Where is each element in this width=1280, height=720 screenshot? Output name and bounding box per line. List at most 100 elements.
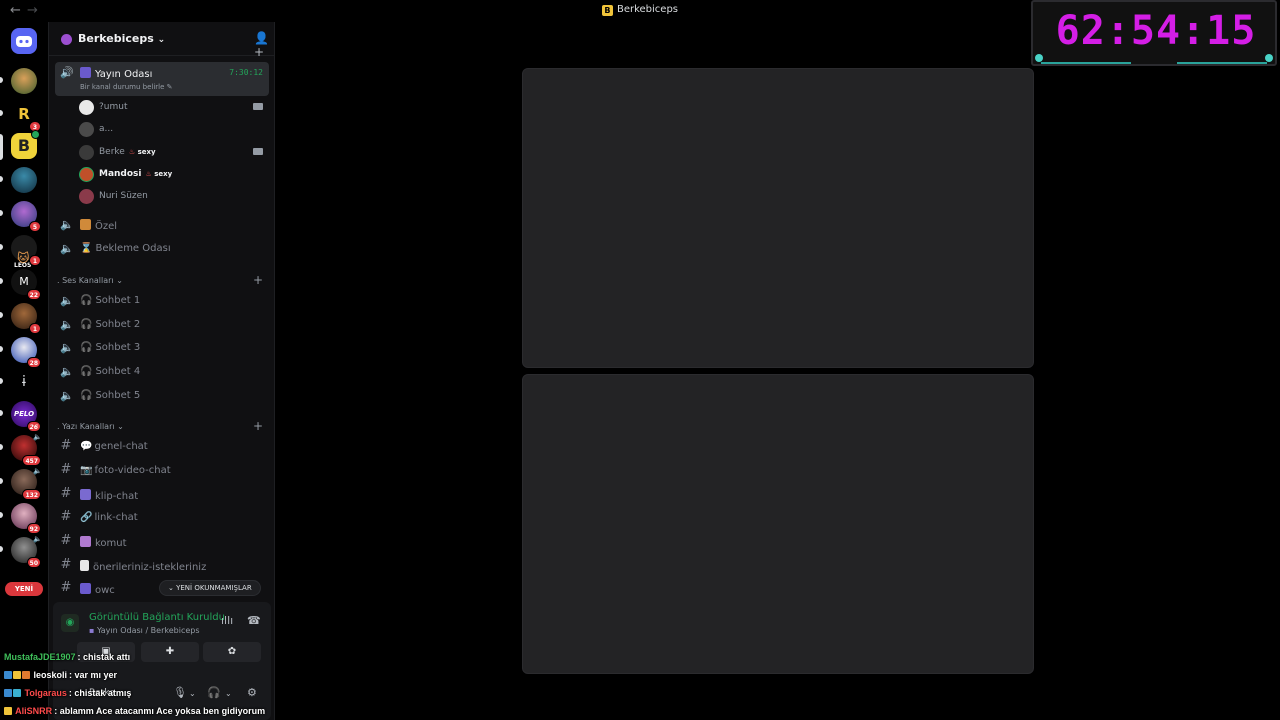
text-channel-genel-chat[interactable]: # 💬 genel-chat [55, 436, 269, 458]
text-channel-klip-chat[interactable]: # klip-chat [55, 484, 269, 506]
activities-button[interactable]: ✚ [141, 642, 199, 662]
hash-icon: # [60, 486, 72, 501]
voice-channel-yayin-odasi[interactable]: 🔊 Yayın Odası Bir kanal durumu belirle ✎… [55, 62, 269, 96]
server-PELO[interactable]: PELO 26 [11, 401, 41, 432]
speaker-icon: 🔈 [60, 341, 74, 354]
server-berkebiceps[interactable]: B [11, 130, 40, 159]
channel-sidebar: Berkebiceps ⌄ 👤+ 🔊 Yayın Odası Bir kanal… [48, 22, 275, 720]
mention-badge: 5 [29, 221, 41, 232]
avatar [79, 167, 94, 182]
voice-channel-path[interactable]: ▪ Yayın Odası / Berkebiceps [89, 626, 200, 635]
discord-home-icon[interactable] [11, 28, 37, 54]
figure-icon: ɨ [22, 374, 26, 390]
voice-channel-sohbet-2[interactable]: 🔈 🎧 Sohbet 2 [55, 314, 269, 336]
voice-channel-ozel[interactable]: 🔈 Özel [55, 214, 269, 236]
disconnect-icon[interactable]: ☎ [247, 614, 261, 627]
add-channel-icon[interactable]: + [253, 419, 263, 433]
member-tag: ♨ sexy [128, 148, 156, 156]
voice-status[interactable]: Görüntülü Bağlantı Kuruldu [89, 612, 225, 623]
camera-icon [253, 148, 263, 155]
server-8[interactable]: 1 [11, 303, 41, 334]
add-channel-icon[interactable]: + [253, 273, 263, 287]
voice-member[interactable]: ?umut [79, 98, 269, 118]
badge-icon [13, 671, 21, 679]
server-10[interactable]: ɨ [11, 369, 37, 395]
server-LEOS[interactable]: 🐱 LEOS 1 [11, 235, 41, 269]
server-13[interactable]: 🔈 132 [11, 467, 42, 500]
speaker-icon: 🔈 [60, 389, 74, 402]
guild-header[interactable]: Berkebiceps ⌄ 👤+ [49, 22, 275, 59]
signal-icon[interactable]: ◉ [61, 614, 79, 632]
voice-channel-bekleme-odasi[interactable]: 🔈 ⌛ Bekleme Odası [55, 238, 269, 260]
activities-icon: ✚ [165, 646, 175, 657]
accent-bar [1177, 62, 1267, 64]
server-15[interactable]: 🔈 50 [11, 535, 42, 568]
server-1[interactable] [11, 68, 37, 94]
new-unreads-pill[interactable]: YENİ [5, 582, 43, 596]
voice-channel-sohbet-4[interactable]: 🔈 🎧 Sohbet 4 [55, 361, 269, 383]
video-stage [276, 22, 1280, 720]
hash-icon: # [60, 557, 72, 572]
video-tile[interactable] [522, 68, 1034, 368]
gift-icon [80, 219, 91, 230]
server-14[interactable]: 92 [11, 503, 41, 534]
server-5[interactable]: 5 [11, 201, 41, 232]
soundboard-button[interactable]: ✿ [203, 642, 261, 662]
voice-member[interactable]: Berke ♨ sexy [79, 143, 269, 163]
noise-suppression-icon[interactable]: ıllı [221, 614, 233, 627]
server-logo-icon: B [601, 5, 613, 16]
gear-icon[interactable]: ⚙ [247, 686, 257, 699]
new-unreads-button[interactable]: ⌄ YENİ OKUNMAMIŞLAR [159, 580, 261, 596]
headphones-icon: 🎧 [80, 342, 93, 353]
text-channel-foto-video-chat[interactable]: # 📷 foto-video-chat [55, 460, 269, 482]
unread-pip [0, 244, 3, 250]
channel-status-hint[interactable]: Bir kanal durumu belirle ✎ [80, 83, 173, 91]
text-channel-oneriler[interactable]: # önerileriniz-istekleriniz [55, 555, 269, 577]
hourglass-icon: ⌛ [80, 243, 93, 254]
chevron-down-icon[interactable]: ⌄ [225, 689, 232, 698]
headphones-icon[interactable]: 🎧 [207, 686, 221, 699]
page-icon [80, 560, 89, 571]
avatar [79, 122, 94, 137]
mention-badge: 28 [26, 357, 41, 368]
chevron-down-icon: ⌄ [168, 584, 174, 592]
badge-icon [4, 689, 12, 697]
speech-bubble-icon: 💬 [80, 441, 93, 452]
chevron-down-icon[interactable]: ⌄ [189, 689, 196, 698]
speaker-icon: 🔈 [33, 433, 42, 441]
fire-icon: ♨ [128, 148, 136, 156]
pencil-icon: ✎ [166, 83, 173, 91]
unread-pip [0, 346, 3, 352]
server-4[interactable] [11, 167, 37, 193]
server-R[interactable]: R 3 [11, 101, 41, 132]
chat-message: leoskoli: var mı yer [4, 670, 117, 680]
voice-channel-sohbet-5[interactable]: 🔈 🎧 Sohbet 5 [55, 385, 269, 407]
unread-pip [0, 176, 3, 182]
server-M[interactable]: M 22 [11, 269, 41, 300]
robot-icon [80, 536, 91, 547]
server-9[interactable]: 28 [11, 337, 41, 368]
accent-bar [1041, 62, 1131, 64]
link-icon: 🔗 [80, 512, 93, 523]
invite-people-icon[interactable]: 👤+ [254, 31, 275, 59]
server-12[interactable]: 🔈 457 [11, 433, 42, 466]
voice-channel-sohbet-3[interactable]: 🔈 🎧 Sohbet 3 [55, 337, 269, 359]
category-yazi-kanallari[interactable]: . Yazı Kanalları ⌄ + [57, 419, 269, 433]
unread-pip [0, 312, 3, 318]
channel-emoji-icon: ▪ [89, 626, 95, 635]
category-ses-kanallari[interactable]: . Ses Kanalları ⌄ + [57, 273, 269, 287]
unread-pip [0, 478, 3, 484]
voice-member[interactable]: Mandosi ♨ sexy [79, 165, 269, 185]
mention-badge: 457 [22, 455, 41, 466]
text-channel-komut[interactable]: # komut [55, 531, 269, 553]
unread-pip [0, 210, 3, 216]
voice-member[interactable]: Nuri Süzen [79, 187, 269, 207]
unread-pip [0, 512, 3, 518]
voice-member[interactable]: a... [79, 120, 269, 140]
video-tile[interactable] [522, 374, 1034, 674]
voice-channel-sohbet-1[interactable]: 🔈 🎧 Sohbet 1 [55, 290, 269, 312]
text-channel-link-chat[interactable]: # 🔗 link-chat [55, 507, 269, 529]
microphone-icon[interactable]: 🎙 [173, 686, 187, 699]
hash-icon: # [60, 580, 72, 595]
mention-badge: 92 [26, 523, 41, 534]
